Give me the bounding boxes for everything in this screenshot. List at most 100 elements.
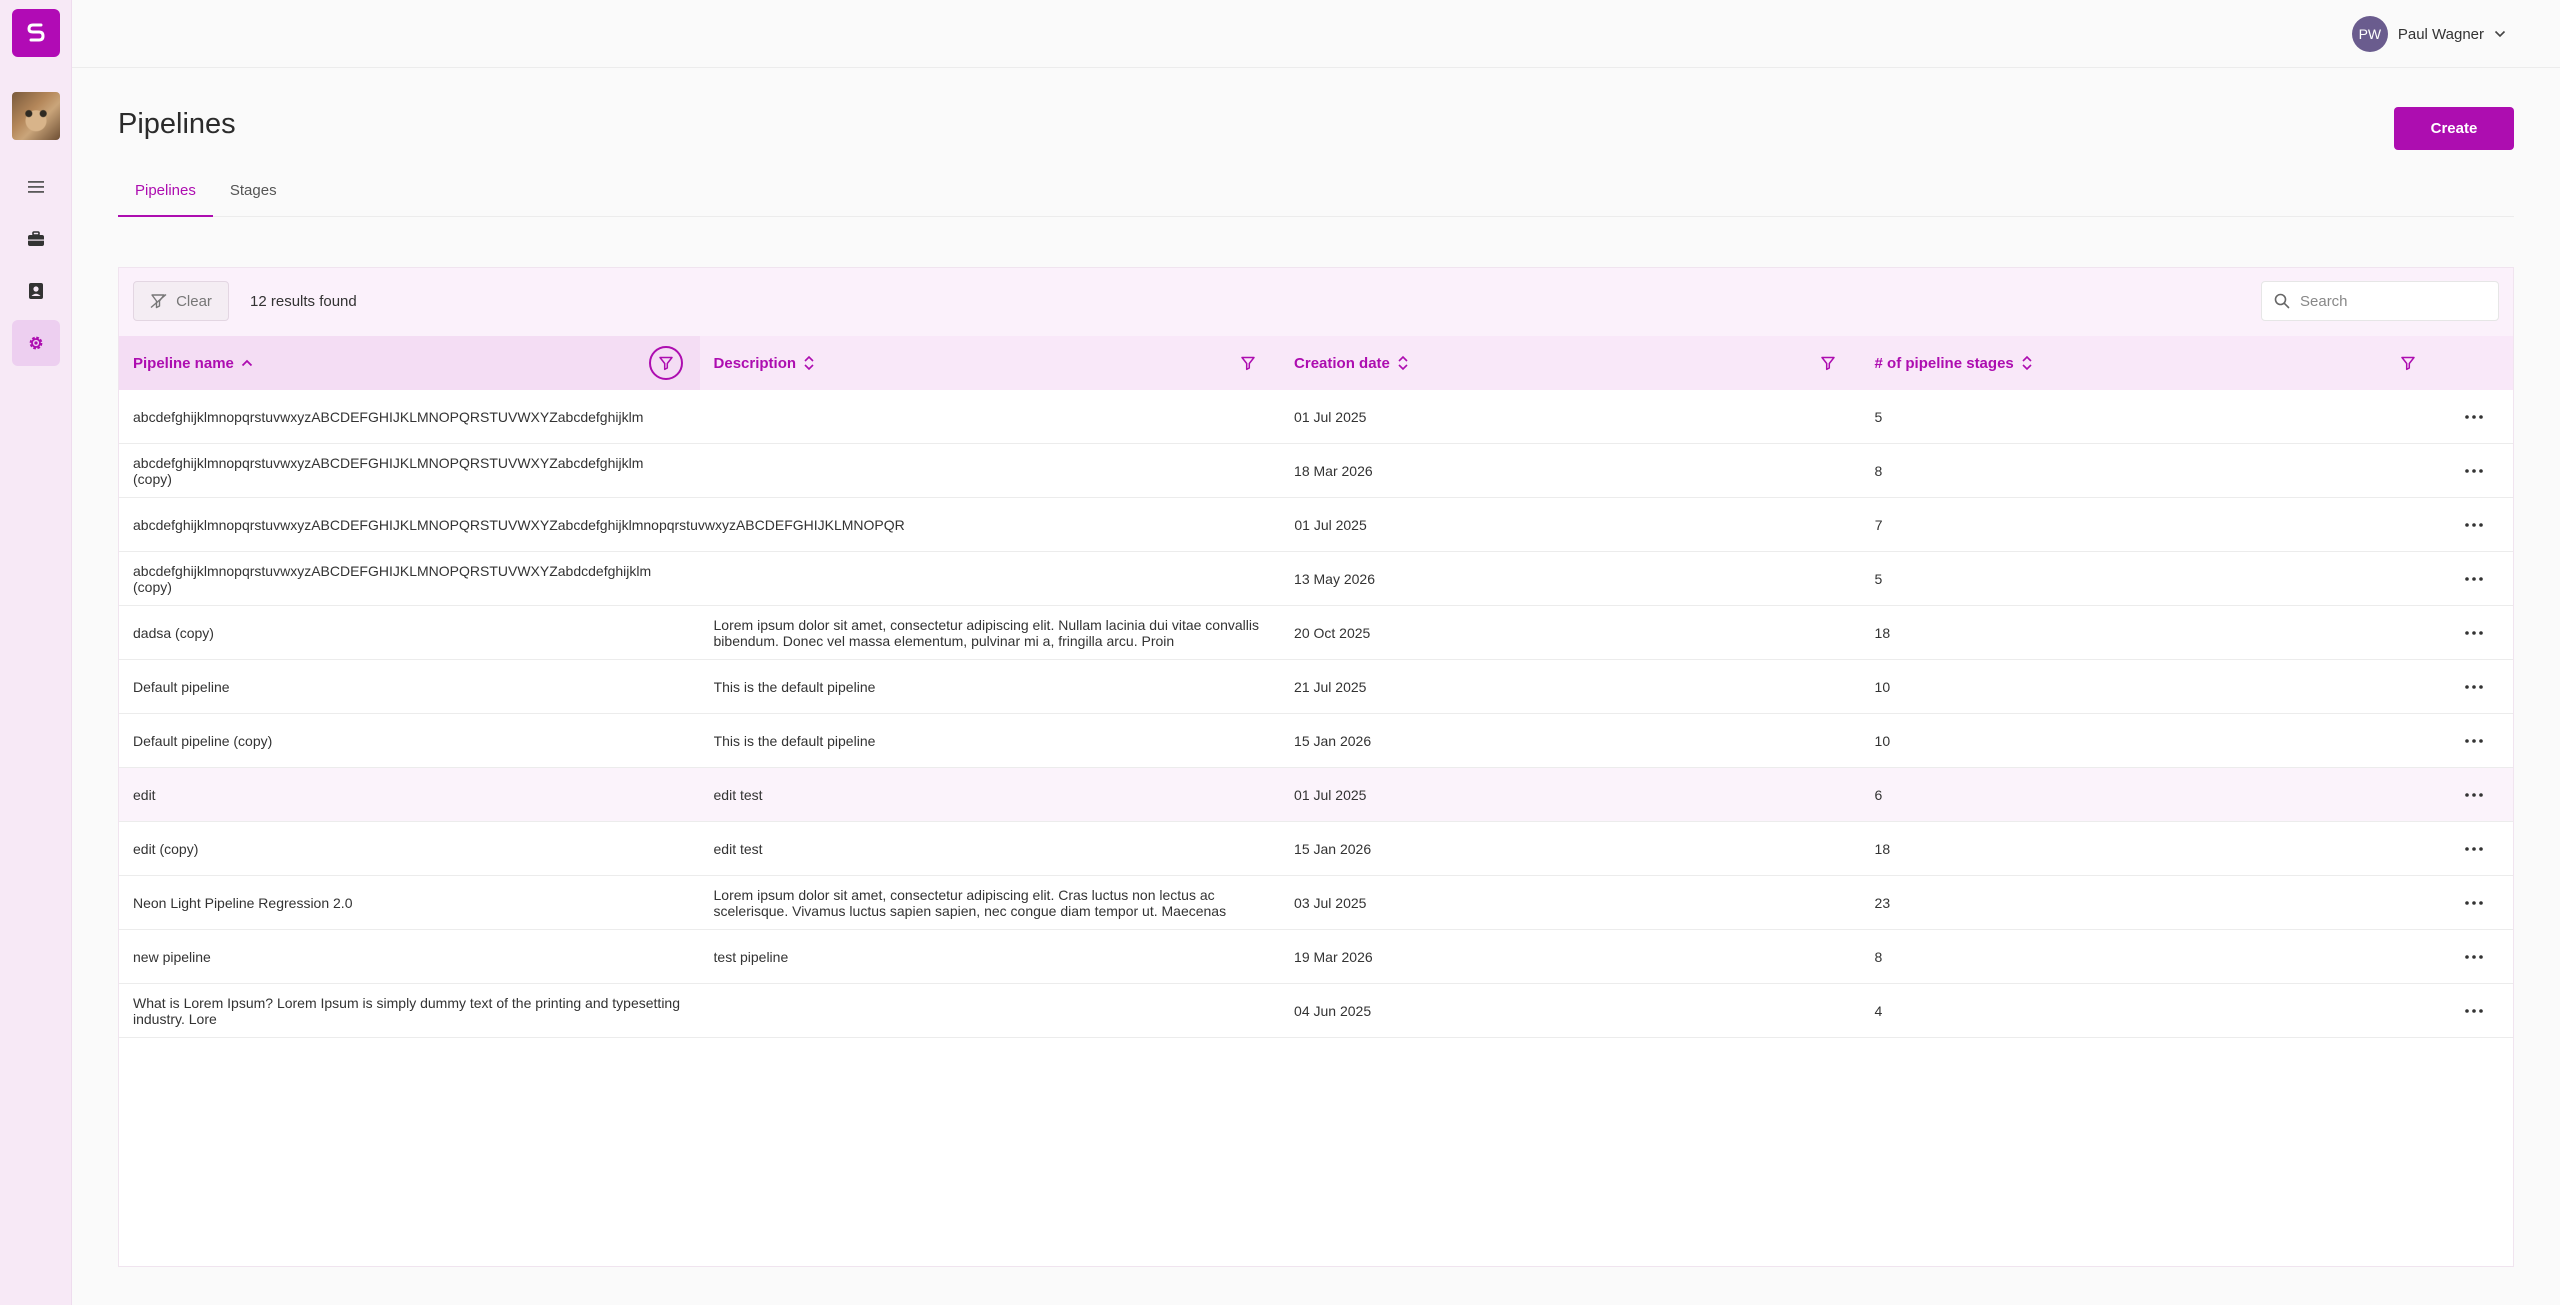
table-row[interactable]: edit edit test 01 Jul 2025 6	[119, 768, 2513, 822]
chevron-down-icon	[2494, 30, 2506, 38]
cell-text: abcdefghijklmnopqrstuvwxyzABCDEFGHIJKLMN…	[133, 562, 652, 595]
cell-text: 10	[1874, 732, 1891, 749]
cell-text: 01 Jul 2025	[1294, 786, 1367, 803]
filter-funnel-icon[interactable]	[649, 346, 683, 380]
cell-creation-date: 04 Jun 2025	[1280, 984, 1861, 1037]
sort-ascending-icon[interactable]	[241, 358, 253, 368]
cell-text: What is Lorem Ipsum? Lorem Ipsum is simp…	[133, 994, 681, 1027]
cell-text: test pipeline	[713, 948, 789, 965]
cell-description: This is the default pipeline	[700, 660, 1281, 713]
column-header-description[interactable]: Description	[700, 336, 1281, 390]
cell-text: 18	[1874, 624, 1891, 641]
row-actions-button[interactable]	[2461, 620, 2487, 646]
tab-bar: Pipelines Stages	[118, 174, 2514, 217]
row-actions-button[interactable]	[2461, 674, 2487, 700]
table-row[interactable]: abcdefghijklmnopqrstuvwxyzABCDEFGHIJKLMN…	[119, 444, 2513, 498]
row-actions-button[interactable]	[2461, 404, 2487, 430]
cell-text: Neon Light Pipeline Regression 2.0	[133, 894, 353, 911]
sidebar	[0, 0, 72, 1305]
more-horizontal-icon	[2465, 469, 2483, 473]
column-header-pipeline-name[interactable]: Pipeline name	[119, 336, 700, 390]
table-row[interactable]: Default pipeline (copy) This is the defa…	[119, 714, 2513, 768]
cell-text: This is the default pipeline	[713, 678, 876, 695]
sidebar-item-menu[interactable]	[12, 164, 60, 210]
cell-stage-count: 6	[1861, 768, 2513, 821]
pipelines-table-panel: Clear 12 results found Pipeline name Des…	[118, 267, 2514, 1267]
cell-pipeline-name: abcdefghijklmnopqrstuvwxyzABCDEFGHIJKLMN…	[119, 552, 700, 605]
sidebar-item-jobs[interactable]	[12, 216, 60, 262]
sidebar-item-settings[interactable]	[12, 320, 60, 366]
column-header-stage-count[interactable]: # of pipeline stages	[1861, 336, 2513, 390]
search-input[interactable]	[2298, 291, 2482, 311]
cell-description: edit test	[700, 822, 1281, 875]
user-name: Paul Wagner	[2397, 25, 2484, 43]
table-row[interactable]: What is Lorem Ipsum? Lorem Ipsum is simp…	[119, 984, 2513, 1038]
row-actions-button[interactable]	[2461, 728, 2487, 754]
table-row[interactable]: Default pipeline This is the default pip…	[119, 660, 2513, 714]
cell-description	[700, 552, 1281, 605]
tab-stages[interactable]: Stages	[213, 174, 294, 216]
filter-funnel-icon[interactable]	[1231, 346, 1265, 380]
cell-description: test pipeline	[700, 930, 1281, 983]
cell-description: edit test	[700, 768, 1281, 821]
create-button[interactable]: Create	[2394, 107, 2514, 150]
sidebar-item-contacts[interactable]	[12, 268, 60, 314]
row-actions-button[interactable]	[2461, 944, 2487, 970]
user-menu[interactable]: PW Paul Wagner	[2351, 16, 2506, 52]
more-horizontal-icon	[2465, 685, 2483, 689]
account-avatar-image[interactable]	[12, 92, 60, 140]
cell-pipeline-name: Default pipeline	[119, 660, 700, 713]
cell-creation-date: 20 Oct 2025	[1280, 606, 1861, 659]
search-box[interactable]	[2261, 281, 2499, 321]
cell-stage-count: 7	[1861, 498, 2513, 551]
table-row[interactable]: abcdefghijklmnopqrstuvwxyzABCDEFGHIJKLMN…	[119, 552, 2513, 606]
cell-pipeline-name: What is Lorem Ipsum? Lorem Ipsum is simp…	[119, 984, 700, 1037]
sort-icon[interactable]	[803, 355, 815, 371]
table-row[interactable]: dadsa (copy) Lorem ipsum dolor sit amet,…	[119, 606, 2513, 660]
cell-stage-count: 4	[1861, 984, 2513, 1037]
cell-stage-count: 18	[1861, 822, 2513, 875]
table-row[interactable]: edit (copy) edit test 15 Jan 2026 18	[119, 822, 2513, 876]
column-label: Creation date	[1294, 354, 1390, 372]
column-label: Pipeline name	[133, 354, 234, 372]
sort-icon[interactable]	[1397, 355, 1409, 371]
settings-gear-icon	[29, 336, 43, 350]
top-bar: PW Paul Wagner	[72, 0, 2560, 68]
cell-text: 13 May 2026	[1294, 570, 1375, 587]
row-actions-button[interactable]	[2461, 458, 2487, 484]
row-actions-button[interactable]	[2461, 998, 2487, 1024]
logo-icon	[27, 23, 45, 42]
cell-text: dadsa (copy)	[133, 624, 214, 641]
cell-text: abcdefghijklmnopqrstuvwxyzABCDEFGHIJKLMN…	[133, 454, 644, 487]
sort-icon[interactable]	[2021, 355, 2033, 371]
clear-filters-button[interactable]: Clear	[133, 281, 229, 321]
app-logo[interactable]	[12, 9, 60, 57]
results-count: 12 results found	[250, 293, 357, 310]
cell-stage-count: 8	[1861, 930, 2513, 983]
cell-stage-count: 8	[1861, 444, 2513, 497]
more-horizontal-icon	[2465, 1009, 2483, 1013]
row-actions-button[interactable]	[2461, 890, 2487, 916]
cell-description	[700, 444, 1281, 497]
table-row[interactable]: abcdefghijklmnopqrstuvwxyzABCDEFGHIJKLMN…	[119, 498, 2513, 552]
filter-funnel-icon[interactable]	[2391, 346, 2425, 380]
tab-pipelines[interactable]: Pipelines	[118, 174, 213, 217]
cell-text: 10	[1874, 678, 1891, 695]
row-actions-button[interactable]	[2461, 512, 2487, 538]
row-actions-button[interactable]	[2461, 782, 2487, 808]
table-row[interactable]: abcdefghijklmnopqrstuvwxyzABCDEFGHIJKLMN…	[119, 390, 2513, 444]
cell-text: 5	[1874, 408, 1883, 425]
cell-text: Default pipeline (copy)	[133, 732, 273, 749]
more-horizontal-icon	[2465, 793, 2483, 797]
row-actions-button[interactable]	[2461, 836, 2487, 862]
column-header-creation-date[interactable]: Creation date	[1280, 336, 1861, 390]
cell-stage-count: 10	[1861, 714, 2513, 767]
cell-text: Lorem ipsum dolor sit amet, consectetur …	[713, 886, 1227, 919]
cell-text: abcdefghijklmnopqrstuvwxyzABCDEFGHIJKLMN…	[133, 408, 644, 425]
table-row[interactable]: Neon Light Pipeline Regression 2.0 Lorem…	[119, 876, 2513, 930]
filter-funnel-icon[interactable]	[1811, 346, 1845, 380]
cell-description	[700, 984, 1281, 1037]
more-horizontal-icon	[2465, 577, 2483, 581]
table-row[interactable]: new pipeline test pipeline 19 Mar 2026 8	[119, 930, 2513, 984]
row-actions-button[interactable]	[2461, 566, 2487, 592]
